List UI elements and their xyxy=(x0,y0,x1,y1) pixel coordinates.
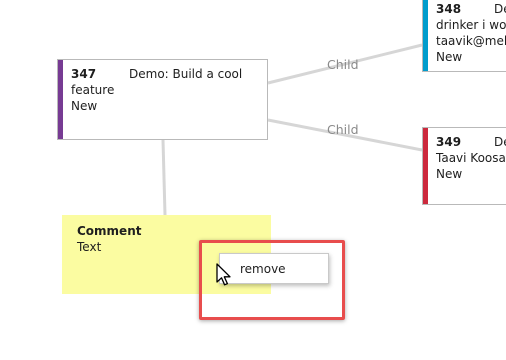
work-item-state: New xyxy=(436,167,463,181)
mouse-pointer-icon xyxy=(216,263,231,286)
work-item-id: 347 xyxy=(71,67,97,81)
work-item-card-348[interactable]: 348 De drinker i woul taavik@melbo New xyxy=(422,0,506,72)
comment-link-line xyxy=(161,139,167,216)
work-item-id: 349 xyxy=(436,135,462,149)
work-item-description: drinker i woul xyxy=(436,18,506,32)
work-item-color-bar xyxy=(423,0,428,71)
work-item-state: New xyxy=(71,99,98,113)
work-item-color-bar xyxy=(58,60,63,139)
work-item-title: De xyxy=(494,2,506,16)
link-label-child-1: Child xyxy=(327,57,359,72)
link-label-child-2: Child xyxy=(327,122,359,137)
work-item-title-continued: feature xyxy=(71,83,115,97)
context-menu-item-remove[interactable]: remove xyxy=(240,262,286,276)
work-item-card-347[interactable]: 347 Demo: Build a cool feature New xyxy=(57,59,268,140)
work-item-assignee: Taavi Koosaar xyxy=(436,151,506,165)
work-item-card-349[interactable]: 349 De Taavi Koosaar New xyxy=(422,127,506,205)
work-item-state: New xyxy=(436,50,463,64)
work-item-color-bar xyxy=(423,128,428,204)
work-item-assignee: taavik@melbo xyxy=(436,34,506,48)
work-item-id: 348 xyxy=(436,2,462,16)
context-menu: remove xyxy=(219,253,329,284)
work-item-title: Demo: Build a cool xyxy=(129,67,243,81)
work-item-title: De xyxy=(494,135,506,149)
comment-note-title: Comment xyxy=(77,224,142,238)
